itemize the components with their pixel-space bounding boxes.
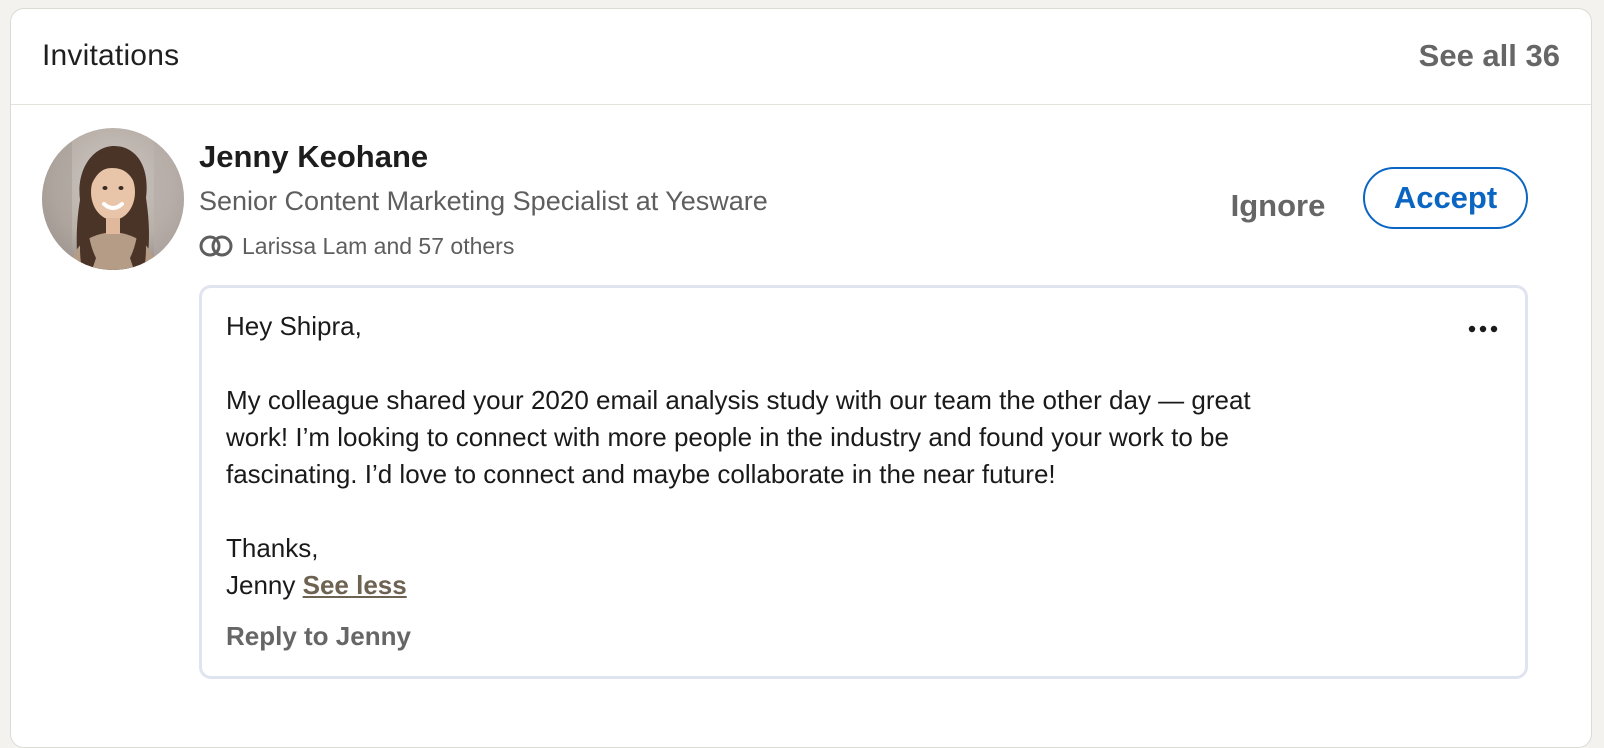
mutual-connections[interactable]: Larissa Lam and 57 others xyxy=(199,231,514,261)
reply-link[interactable]: Reply to Jenny xyxy=(226,621,411,652)
message-body-line: work! I’m looking to connect with more p… xyxy=(226,422,1229,452)
message-signoff: Thanks, xyxy=(226,533,319,563)
avatar[interactable] xyxy=(42,128,184,270)
accept-button[interactable]: Accept xyxy=(1363,167,1528,229)
avatar-photo xyxy=(42,128,184,270)
sender-name[interactable]: Jenny Keohane xyxy=(199,139,428,175)
see-less-link[interactable]: See less xyxy=(303,570,407,600)
message-body-line: fascinating. I’d love to connect and may… xyxy=(226,459,1056,489)
message-signature-line: Jenny See less xyxy=(226,567,1386,604)
invitation-message: Hey Shipra, My colleague shared your 202… xyxy=(199,285,1528,679)
message-text: Hey Shipra, My colleague shared your 202… xyxy=(226,308,1386,604)
more-options-icon[interactable] xyxy=(1465,318,1501,340)
ignore-button[interactable]: Ignore xyxy=(1218,175,1338,237)
mutual-connections-icon xyxy=(199,235,233,257)
card-header: Invitations See all 36 xyxy=(11,9,1591,105)
see-all-link[interactable]: See all 36 xyxy=(1419,38,1560,74)
card-title: Invitations xyxy=(42,39,180,72)
mutual-connections-text: Larissa Lam and 57 others xyxy=(242,232,515,259)
invitations-card: Invitations See all 36 Jenny Keohane Sen… xyxy=(10,8,1592,748)
message-greeting: Hey Shipra, xyxy=(226,311,362,341)
message-signature: Jenny xyxy=(226,570,296,600)
sender-headline: Senior Content Marketing Specialist at Y… xyxy=(199,186,768,216)
message-body-line: My colleague shared your 2020 email anal… xyxy=(226,385,1251,415)
